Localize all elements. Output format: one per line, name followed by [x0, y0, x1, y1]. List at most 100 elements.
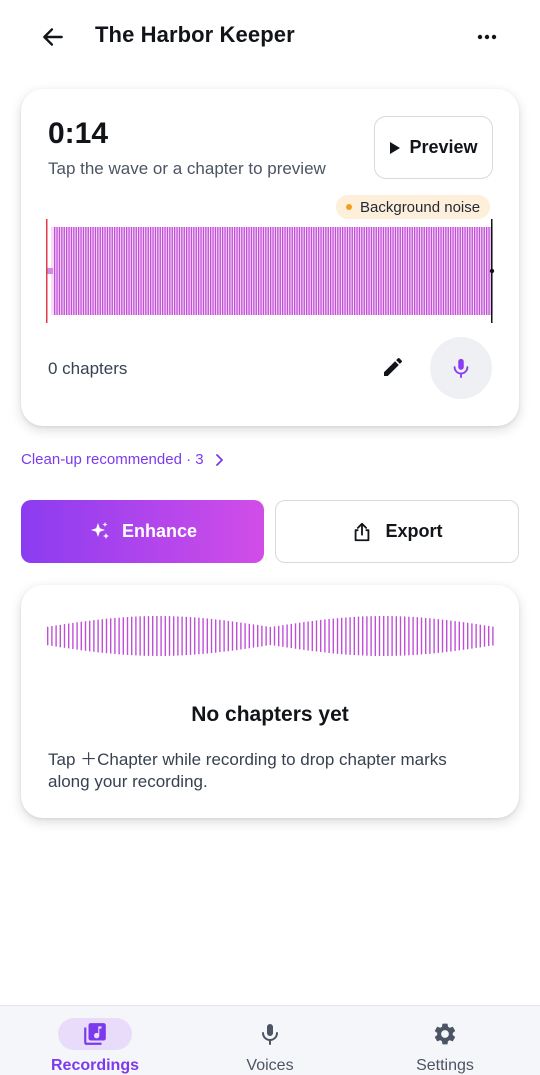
- waveform-bar: [279, 227, 281, 315]
- waveform-bar: [459, 227, 461, 315]
- waveform-bar: [421, 227, 423, 315]
- nav-item-settings[interactable]: Settings: [353, 1006, 533, 1075]
- nav-icon-wrap: [233, 1018, 307, 1050]
- nav-item-recordings[interactable]: Recordings: [3, 1006, 183, 1075]
- back-button[interactable]: [36, 20, 70, 54]
- illustration-bar: [84, 621, 87, 651]
- waveform-bar: [270, 227, 272, 315]
- waveform-bar: [224, 227, 226, 315]
- waveform-bar: [68, 227, 70, 315]
- illustration-bar: [374, 616, 376, 656]
- waveform-bar: [342, 227, 344, 315]
- waveform-bar: [454, 227, 457, 315]
- waveform[interactable]: [45, 219, 497, 323]
- waveform-bar: [205, 227, 207, 315]
- waveform-bar: [438, 227, 440, 315]
- waveform-bar: [289, 227, 291, 315]
- playback-time: 0:14: [48, 117, 109, 150]
- illustration-bar: [320, 619, 322, 652]
- waveform-bar: [118, 227, 121, 315]
- waveform-bar: [87, 227, 89, 315]
- waveform-bar: [248, 227, 250, 315]
- preview-button[interactable]: Preview: [374, 116, 493, 179]
- waveform-bar: [272, 227, 274, 315]
- waveform-bar: [140, 227, 142, 315]
- waveform-bar: [462, 227, 464, 315]
- waveform-bar: [337, 227, 339, 315]
- illustration-bar: [328, 619, 330, 653]
- waveform-bar: [152, 227, 154, 315]
- more-options-button[interactable]: [470, 20, 504, 54]
- waveform-bar: [85, 227, 87, 315]
- waveform-bar: [97, 227, 99, 315]
- waveform-bar: [61, 227, 63, 315]
- waveform-bar: [130, 227, 133, 315]
- illustration-bar: [391, 616, 393, 656]
- nav-icon-highlight: [58, 1018, 132, 1050]
- illustration-bar: [68, 623, 70, 649]
- waveform-bar: [236, 227, 238, 315]
- waveform-bar: [440, 227, 442, 315]
- illustration-bar: [177, 616, 179, 656]
- waveform-bar: [315, 227, 317, 315]
- gear-icon: [434, 1023, 456, 1045]
- waveform-bar: [349, 227, 351, 315]
- nav-item-voices[interactable]: Voices: [178, 1006, 358, 1075]
- illustration-bar: [47, 626, 49, 646]
- waveform-bar: [181, 227, 183, 315]
- waveform-bar: [169, 227, 171, 315]
- waveform-bar: [373, 227, 375, 315]
- illustration-bar: [341, 617, 343, 655]
- waveform-bar: [375, 227, 377, 315]
- illustration-bar: [282, 625, 284, 647]
- waveform-bar: [466, 227, 469, 315]
- waveform-bar: [219, 227, 221, 315]
- illustration-bar: [349, 617, 351, 655]
- waveform-bar: [202, 227, 205, 315]
- illustration-bar: [408, 616, 410, 656]
- waveform-bar: [188, 227, 190, 315]
- waveform-bar: [56, 227, 58, 315]
- waveform-bar: [207, 227, 209, 315]
- record-button[interactable]: [430, 337, 492, 399]
- waveform-bar: [486, 227, 488, 315]
- illustration-bar: [269, 626, 271, 645]
- illustration-bar: [80, 621, 82, 651]
- illustration-bar: [450, 620, 452, 652]
- waveform-bar: [370, 227, 373, 315]
- illustration-bar: [164, 616, 166, 656]
- waveform-bar: [231, 227, 233, 315]
- waveform-bar: [78, 227, 80, 315]
- illustration-bar: [475, 624, 477, 648]
- waveform-bar: [277, 227, 279, 315]
- illustration-bar: [110, 618, 112, 654]
- waveform-bar: [99, 227, 101, 315]
- waveform-bar: [469, 227, 471, 315]
- nav-label-recordings: Recordings: [50, 1057, 139, 1074]
- waveform-bar: [301, 227, 303, 315]
- illustration-bar: [294, 623, 297, 649]
- waveform-bar: [397, 227, 399, 315]
- waveform-bar: [159, 227, 161, 315]
- waveform-bar: [226, 227, 229, 315]
- waveform-bar: [325, 227, 327, 315]
- waveform-bar: [402, 227, 404, 315]
- export-button[interactable]: Export: [275, 500, 519, 563]
- waveform-bar: [260, 227, 262, 315]
- waveform-bar: [351, 227, 353, 315]
- illustration-bar: [425, 617, 427, 655]
- waveform-bar: [392, 227, 394, 315]
- cleanup-recommended-link[interactable]: Clean-up recommended · 3: [21, 451, 224, 468]
- illustration-bar: [168, 616, 171, 656]
- illustration-bar: [219, 619, 221, 653]
- waveform-bar: [298, 227, 301, 315]
- waveform-bar: [380, 227, 382, 315]
- illustration-bar: [492, 626, 494, 646]
- recording-player-card: 0:14 Tap the wave or a chapter to previe…: [21, 89, 519, 426]
- edit-button[interactable]: [377, 351, 409, 383]
- illustration-bar: [55, 625, 57, 647]
- enhance-button[interactable]: Enhance: [21, 500, 264, 563]
- waveform-bar: [157, 227, 159, 315]
- waveform-bar: [80, 227, 82, 315]
- waveform-bar: [327, 227, 329, 315]
